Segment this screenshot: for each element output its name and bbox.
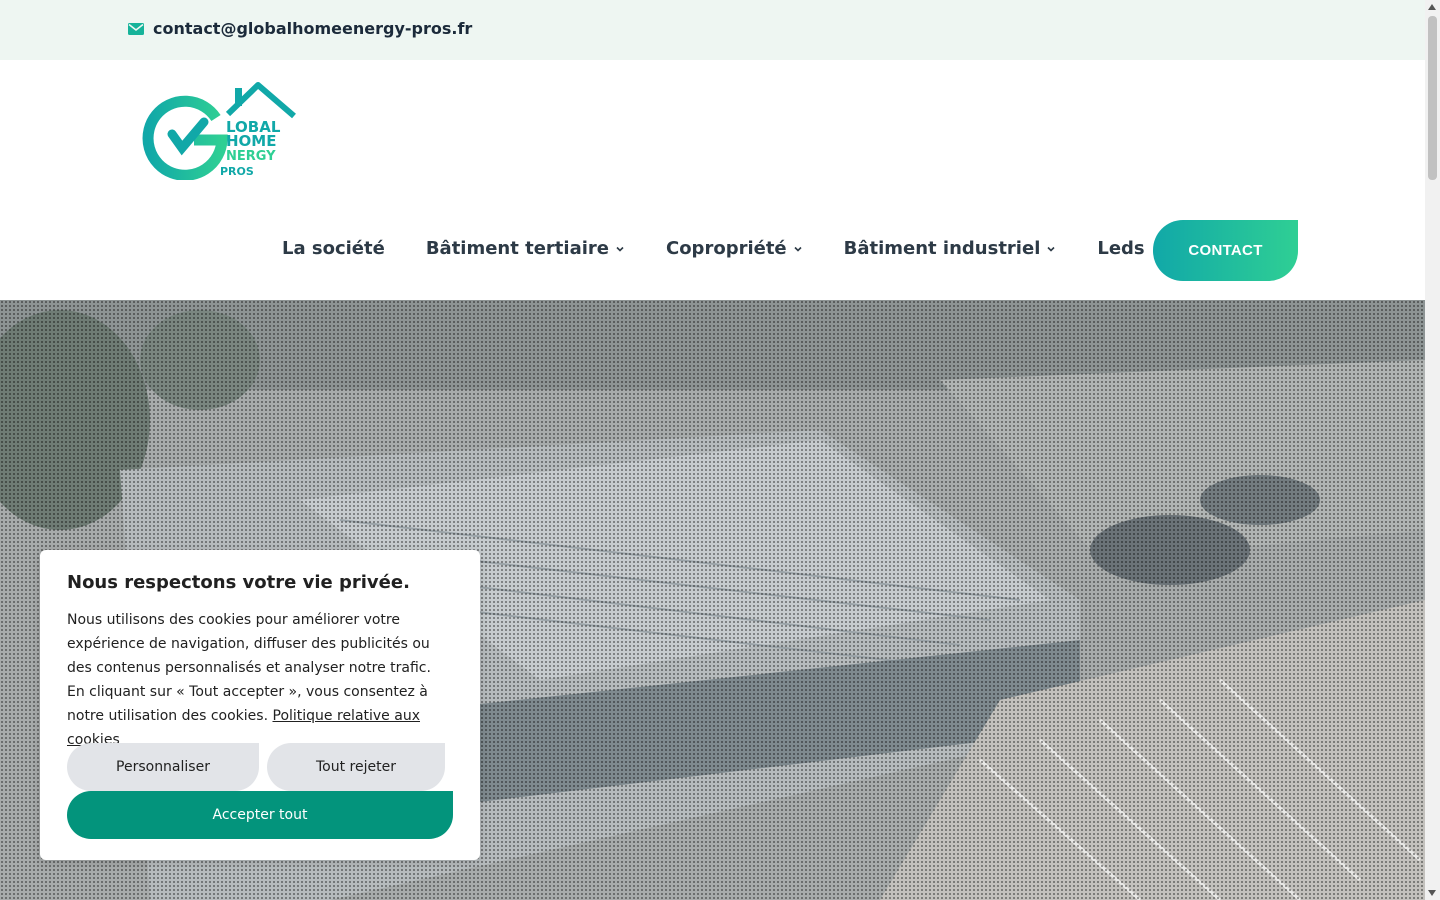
nav-item-label: Bâtiment tertiaire xyxy=(425,238,609,259)
scrollbar-thumb[interactable] xyxy=(1428,16,1437,180)
scroll-up-arrow-icon[interactable] xyxy=(1428,4,1436,10)
accept-all-button[interactable]: Accepter tout xyxy=(67,791,453,839)
nav-item-copropriete[interactable]: Copropriété xyxy=(666,238,803,259)
nav-item-label: Copropriété xyxy=(665,238,787,259)
logo-text-energy: NERGY xyxy=(226,149,276,164)
envelope-icon xyxy=(128,22,144,35)
top-bar: contact@globalhomeenergy-pros.fr xyxy=(0,0,1425,60)
cookie-description: Nous utilisons des cookies pour améliore… xyxy=(67,608,453,752)
page-scrollbar[interactable] xyxy=(1425,0,1440,900)
nav-item-societe[interactable]: La société xyxy=(282,238,385,259)
contact-email-text: contact@globalhomeenergy-pros.fr xyxy=(153,19,473,38)
nav-item-label: Leds xyxy=(1097,238,1145,259)
customize-button[interactable]: Personnaliser xyxy=(67,743,259,791)
nav-item-leds[interactable]: Leds xyxy=(1097,238,1144,259)
chevron-down-icon xyxy=(616,246,624,252)
scroll-down-arrow-icon[interactable] xyxy=(1428,890,1436,896)
chevron-down-icon xyxy=(1047,246,1055,252)
chevron-down-icon xyxy=(794,246,802,252)
logo-text-pros: PROS xyxy=(220,165,254,178)
site-logo[interactable]: LOBAL HOME NERGY PROS xyxy=(142,82,298,180)
nav-item-batiment-industriel[interactable]: Bâtiment industriel xyxy=(844,238,1057,259)
nav-item-batiment-tertiaire[interactable]: Bâtiment tertiaire xyxy=(426,238,625,259)
reject-all-button[interactable]: Tout rejeter xyxy=(267,743,445,791)
logo-text-home: HOME xyxy=(226,132,276,150)
main-nav: La société Bâtiment tertiaire Copropriét… xyxy=(282,238,1145,259)
cookie-title: Nous respectons votre vie privée. xyxy=(67,572,410,593)
cookie-consent-dialog: Nous respectons votre vie privée. Nous u… xyxy=(40,550,480,860)
contact-email-link[interactable]: contact@globalhomeenergy-pros.fr xyxy=(128,19,472,38)
nav-item-label: La société xyxy=(282,238,385,259)
contact-button[interactable]: CONTACT xyxy=(1153,220,1298,281)
nav-item-label: Bâtiment industriel xyxy=(843,238,1041,259)
